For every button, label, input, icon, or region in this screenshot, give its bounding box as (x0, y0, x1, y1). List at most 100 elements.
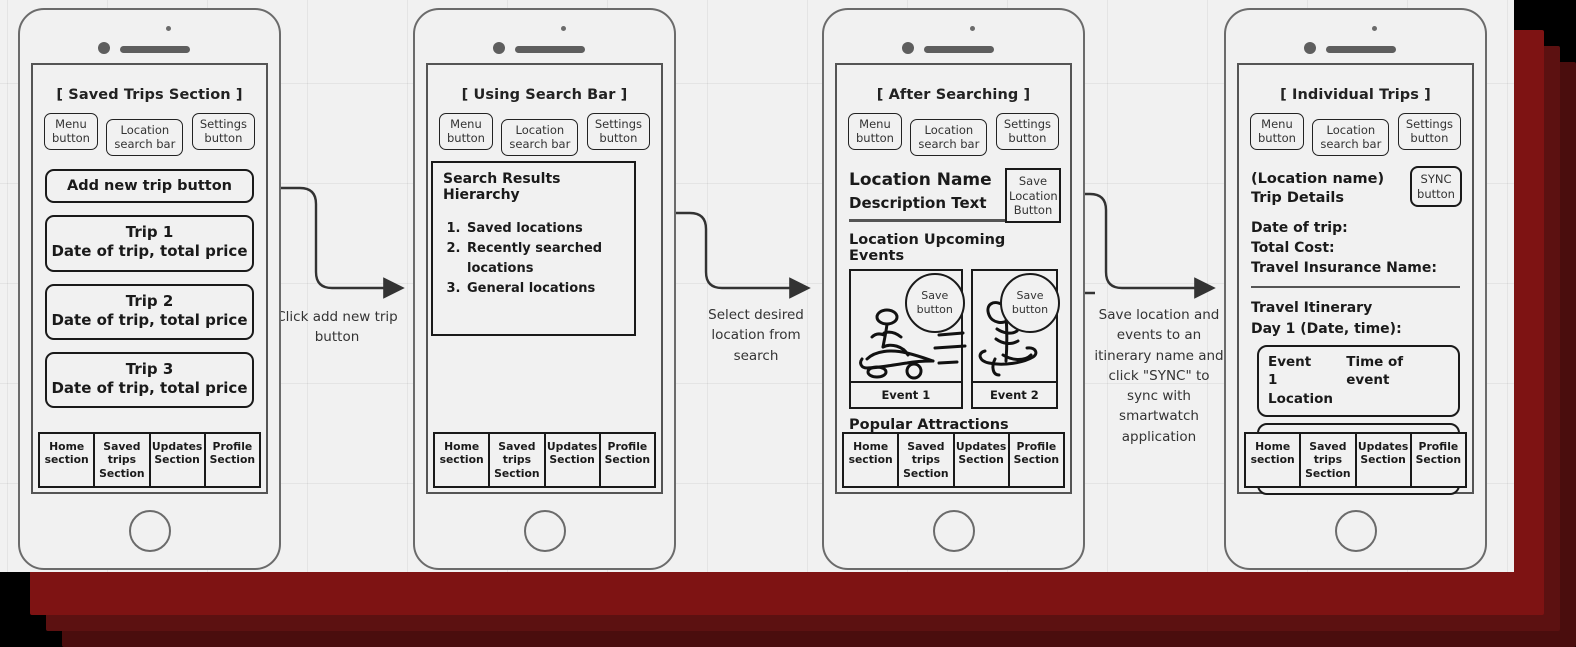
screen-after-searching: [ After Searching ] Menu button Location… (835, 63, 1072, 494)
nav-home-section[interactable]: Home section (435, 433, 491, 486)
bottom-nav-bar: Home section Saved trips Section Updates… (433, 431, 656, 488)
location-header: Location Name Description Text Save Loca… (849, 168, 1061, 224)
location-search-input[interactable]: Location search bar (106, 119, 184, 157)
page-title: [ Saved Trips Section ] (56, 87, 243, 103)
page-title: [ Using Search Bar ] (461, 87, 628, 103)
save-event-button[interactable]: Save button (904, 272, 965, 333)
nav-updates-section[interactable]: Updates Section (1357, 433, 1412, 486)
phone-mock-after-searching: [ After Searching ] Menu button Location… (822, 8, 1085, 570)
location-search-input[interactable]: Location search bar (910, 119, 988, 157)
event-label: Event 2 (989, 387, 1039, 402)
bottom-nav-bar: Home section Saved trips Section Updates… (38, 431, 261, 488)
home-button-icon[interactable] (932, 510, 975, 552)
nav-profile-section[interactable]: Profile Section (1412, 434, 1465, 486)
home-button-icon[interactable] (1334, 510, 1377, 552)
trip-name: Trip 3 (125, 359, 174, 378)
phone-mock-saved-trips: [ Saved Trips Section ] Menu button Loca… (18, 8, 281, 570)
screen-saved-trips: [ Saved Trips Section ] Menu button Loca… (31, 63, 268, 494)
save-location-button[interactable]: Save Location Button (1005, 168, 1061, 224)
save-event-button[interactable]: Save button (1000, 272, 1060, 333)
event-card-2[interactable]: Event 2 Save button (970, 268, 1060, 409)
itinerary-event-name: Event 1 (1268, 353, 1312, 389)
flow-label-1: Click add new trip button (276, 309, 398, 346)
camera-dot-icon (1371, 26, 1377, 31)
page-title: [ Individual Trips ] (1280, 87, 1431, 103)
search-results-panel: Search Results Hierarchy Saved locations… (431, 161, 636, 336)
nav-updates-section[interactable]: Updates Section (151, 433, 206, 486)
search-results-list: Saved locations Recently searched locati… (465, 219, 624, 300)
event-label: Event 1 (881, 387, 931, 402)
camera-dot-icon (560, 26, 566, 31)
trip-meta-cost: Total Cost: (1251, 240, 1335, 257)
settings-button[interactable]: Settings button (191, 113, 255, 151)
itinerary-block: Travel Itinerary Day 1 (Date, time): (1251, 298, 1460, 339)
nav-saved-trips-section[interactable]: Saved trips Section (490, 433, 546, 486)
trip-card-2[interactable]: Trip 2 Date of trip, total price (45, 283, 254, 340)
menu-button[interactable]: Menu button (848, 113, 902, 151)
top-control-row: Menu button Location search bar Settings… (33, 103, 266, 157)
trip-subtitle: Date of trip, total price (51, 310, 248, 329)
search-results-title: Search Results Hierarchy (443, 171, 561, 203)
screen-using-search-bar: [ Using Search Bar ] Menu button Locatio… (426, 63, 663, 494)
nav-profile-section[interactable]: Profile Section (206, 434, 259, 486)
itinerary-event-time: Time of event (1346, 353, 1404, 389)
add-new-trip-button[interactable]: Add new trip button (45, 169, 254, 204)
settings-button[interactable]: Settings button (995, 113, 1059, 151)
nav-home-section[interactable]: Home section (1246, 433, 1302, 486)
location-search-input[interactable]: Location search bar (1312, 119, 1390, 157)
home-button-icon[interactable] (128, 510, 171, 552)
search-result-item[interactable]: General locations (465, 279, 624, 299)
itinerary-day-label: Day 1 (Date, time): (1251, 320, 1402, 337)
settings-button[interactable]: Settings button (586, 113, 650, 151)
menu-button[interactable]: Menu button (439, 113, 493, 151)
upcoming-events-heading: Location Upcoming Events (849, 231, 1006, 264)
trip-card-3[interactable]: Trip 3 Date of trip, total price (45, 351, 254, 409)
trip-name: Trip 2 (125, 291, 174, 310)
trip-subtitle: Date of trip, total price (51, 242, 248, 261)
trip-meta-insurance: Travel Insurance Name: (1251, 260, 1437, 277)
trip-meta-list: Date of trip: Total Cost: Travel Insuran… (1251, 218, 1460, 279)
screenshot-root: Click add new trip button Select desired… (0, 0, 1576, 647)
sync-button[interactable]: SYNC button (1410, 166, 1462, 207)
speaker-bar-icon (514, 46, 585, 53)
home-button-icon[interactable] (523, 510, 566, 552)
nav-saved-trips-section[interactable]: Saved trips Section (1301, 433, 1357, 486)
nav-updates-section[interactable]: Updates Section (546, 433, 601, 486)
popular-attractions-heading: Popular Attractions (849, 416, 1009, 433)
sensor-dot-icon (1303, 42, 1316, 54)
itinerary-event-1[interactable]: Event 1 Time of event Location (1257, 344, 1460, 417)
flow-label-3: Save location and events to an itinerary… (1094, 307, 1224, 445)
phone-mock-individual-trips: [ Individual Trips ] Menu button Locatio… (1224, 8, 1487, 570)
top-control-row: Menu button Location search bar Settings… (428, 103, 661, 157)
speaker-bar-icon (119, 46, 190, 53)
menu-button[interactable]: Menu button (44, 113, 98, 151)
nav-saved-trips-section[interactable]: Saved trips Section (899, 433, 955, 486)
sensor-dot-icon (901, 42, 914, 54)
event-card-1[interactable]: Event 1 Save button (849, 268, 967, 409)
trip-card-1[interactable]: Trip 1 Date of trip, total price (45, 215, 254, 272)
itinerary-event-location: Location (1268, 391, 1333, 408)
events-row: Event 1 Save button Event 2 Save button (849, 268, 1060, 409)
menu-button[interactable]: Menu button (1250, 113, 1304, 151)
settings-button[interactable]: Settings button (1397, 113, 1461, 151)
nav-profile-section[interactable]: Profile Section (601, 434, 654, 486)
sensor-dot-icon (492, 42, 505, 54)
location-search-input[interactable]: Location search bar (501, 119, 579, 157)
bottom-nav-bar: Home section Saved trips Section Updates… (1244, 431, 1467, 488)
sensor-dot-icon (97, 42, 110, 54)
itinerary-heading: Travel Itinerary (1251, 300, 1373, 317)
divider (1251, 285, 1460, 289)
page-title: [ After Searching ] (876, 87, 1031, 103)
top-control-row: Menu button Location search bar Settings… (1239, 103, 1472, 157)
search-result-item[interactable]: Recently searched locations (465, 239, 624, 279)
nav-saved-trips-section[interactable]: Saved trips Section (95, 433, 151, 486)
nav-home-section[interactable]: Home section (40, 433, 96, 486)
nav-home-section[interactable]: Home section (844, 433, 900, 486)
camera-dot-icon (165, 26, 171, 31)
trip-details-header: (Location name) Trip Details SYNC button (1251, 166, 1462, 208)
camera-dot-icon (969, 26, 975, 31)
nav-updates-section[interactable]: Updates Section (955, 433, 1010, 486)
speaker-bar-icon (1325, 46, 1396, 53)
nav-profile-section[interactable]: Profile Section (1010, 434, 1063, 486)
search-result-item[interactable]: Saved locations (465, 219, 624, 239)
